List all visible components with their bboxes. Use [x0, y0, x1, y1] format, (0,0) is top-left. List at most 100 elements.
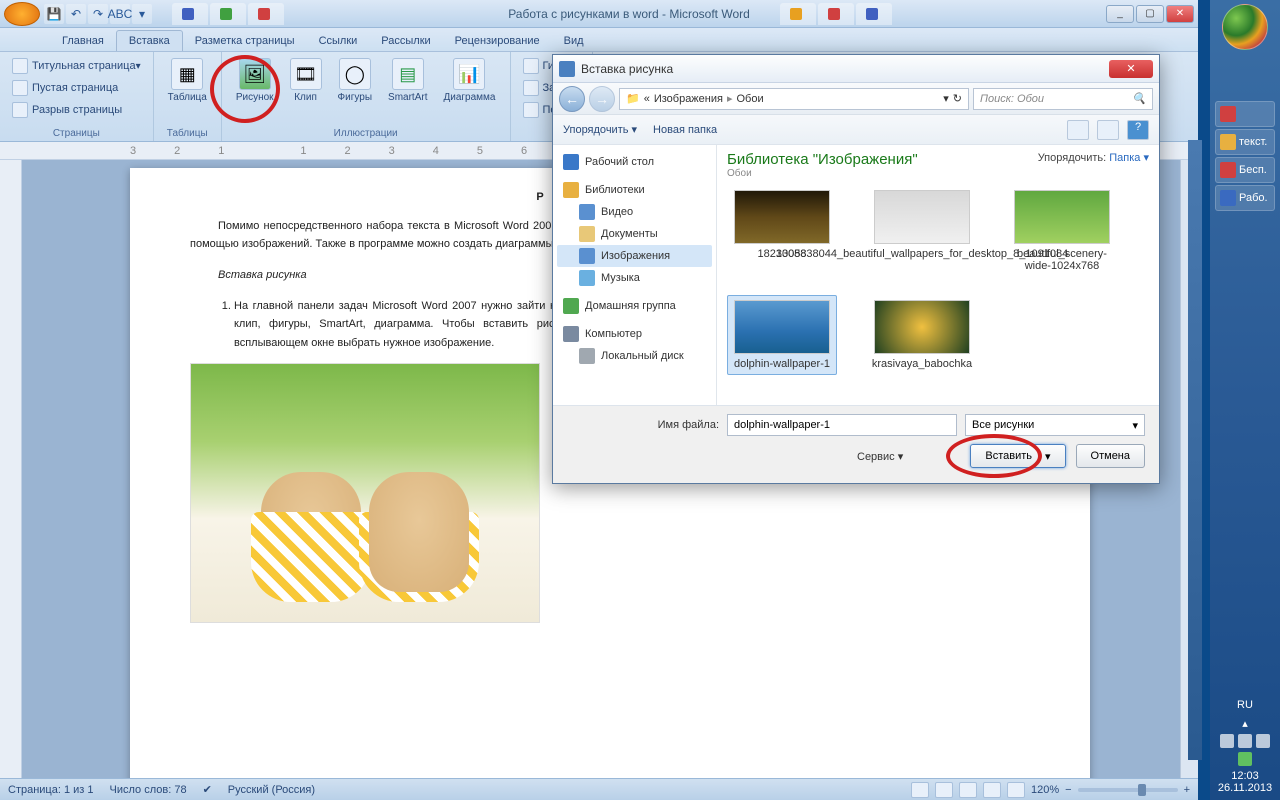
- arrange-dropdown[interactable]: Папка ▾: [1109, 152, 1149, 164]
- tree-videos[interactable]: Видео: [557, 201, 712, 223]
- file-thumb[interactable]: 1308838044_beautiful_wallpapers_for_desk…: [867, 185, 977, 277]
- nav-forward-button[interactable]: →: [589, 86, 615, 112]
- sb-zoom[interactable]: 120%: [1031, 784, 1059, 796]
- minimize-button[interactable]: _: [1106, 5, 1134, 23]
- bg-tab[interactable]: [248, 3, 284, 25]
- view-full-screen[interactable]: [935, 782, 953, 798]
- sb-words[interactable]: Число слов: 78: [110, 784, 187, 796]
- table-button[interactable]: ▦ Таблица: [162, 56, 213, 105]
- tab-mailings[interactable]: Рассылки: [369, 31, 442, 51]
- crumb[interactable]: Обои: [737, 93, 764, 105]
- taskbar[interactable]: текст. Бесп. Рабо. RU ▴ 12:03 26.11.2013: [1210, 0, 1280, 800]
- word-right-scrollbar-area[interactable]: [1188, 140, 1202, 760]
- bg-tab[interactable]: [818, 3, 854, 25]
- tree-pictures[interactable]: Изображения: [557, 245, 712, 267]
- filename-input[interactable]: [727, 414, 957, 436]
- ruler-vertical[interactable]: [0, 160, 22, 778]
- sb-page[interactable]: Страница: 1 из 1: [8, 784, 94, 796]
- blank-page-button[interactable]: Пустая страница: [8, 78, 145, 98]
- bg-tab[interactable]: [856, 3, 892, 25]
- tab-page-layout[interactable]: Разметка страницы: [183, 31, 307, 51]
- cancel-button[interactable]: Отмена: [1076, 444, 1145, 468]
- tray-icon[interactable]: [1238, 752, 1252, 766]
- tab-references[interactable]: Ссылки: [307, 31, 370, 51]
- view-web[interactable]: [959, 782, 977, 798]
- taskbar-app-browser[interactable]: Бесп.: [1215, 157, 1275, 183]
- sb-language[interactable]: Русский (Россия): [228, 784, 315, 796]
- language-indicator[interactable]: RU: [1218, 699, 1272, 711]
- file-thumb[interactable]: beautiful_scenery-wide-1024x768: [1007, 185, 1117, 277]
- file-pane[interactable]: Библиотека "Изображения" Обои Упорядочит…: [717, 145, 1159, 405]
- preview-pane-button[interactable]: [1097, 120, 1119, 140]
- crumb[interactable]: «: [644, 93, 650, 105]
- bg-tab[interactable]: [172, 3, 208, 25]
- qat-more[interactable]: ▾: [132, 4, 152, 24]
- zoom-slider[interactable]: [1078, 788, 1178, 792]
- view-draft[interactable]: [1007, 782, 1025, 798]
- taskbar-app-yandex[interactable]: [1215, 101, 1275, 127]
- zoom-in[interactable]: +: [1184, 784, 1190, 796]
- page-break-button[interactable]: Разрыв страницы: [8, 100, 145, 120]
- addr-dropdown-icon[interactable]: ▾: [943, 92, 949, 105]
- tree-local-disk[interactable]: Локальный диск: [557, 345, 712, 367]
- tree-music[interactable]: Музыка: [557, 267, 712, 289]
- tree-documents[interactable]: Документы: [557, 223, 712, 245]
- tree-libraries[interactable]: Библиотеки: [557, 179, 712, 201]
- maximize-button[interactable]: ▢: [1136, 5, 1164, 23]
- start-button[interactable]: [1222, 4, 1268, 50]
- taskbar-app-folder[interactable]: текст.: [1215, 129, 1275, 155]
- qat-spell[interactable]: ABC: [110, 4, 130, 24]
- organize-button[interactable]: Упорядочить ▾: [563, 123, 637, 136]
- tab-home[interactable]: Главная: [50, 31, 116, 51]
- view-outline[interactable]: [983, 782, 1001, 798]
- search-box[interactable]: Поиск: Обои 🔍: [973, 88, 1153, 110]
- shapes-button[interactable]: ◯ Фигуры: [332, 56, 378, 105]
- clip-button[interactable]: 🎞 Клип: [284, 56, 328, 105]
- file-type-filter[interactable]: Все рисунки▾: [965, 414, 1145, 436]
- sb-proof-icon[interactable]: ✔: [203, 783, 212, 796]
- qat-save[interactable]: 💾: [44, 4, 64, 24]
- smartart-button[interactable]: ▤ SmartArt: [382, 56, 433, 105]
- tree-computer[interactable]: Компьютер: [557, 323, 712, 345]
- chart-button[interactable]: 📊 Диаграмма: [437, 56, 501, 105]
- picture-button[interactable]: 🖼 Рисунок: [230, 56, 280, 105]
- tree-desktop[interactable]: Рабочий стол: [557, 151, 712, 173]
- crumb[interactable]: Изображения: [654, 93, 723, 105]
- tray-icon[interactable]: [1220, 734, 1234, 748]
- tab-insert[interactable]: Вставка: [116, 30, 183, 51]
- insert-button[interactable]: Вставить▾: [970, 444, 1065, 468]
- clock-date[interactable]: 26.11.2013: [1218, 782, 1272, 794]
- tab-view[interactable]: Вид: [552, 31, 596, 51]
- clock-time[interactable]: 12:03: [1218, 770, 1272, 782]
- tray-volume-icon[interactable]: [1238, 734, 1252, 748]
- insert-split-icon[interactable]: ▾: [1038, 450, 1051, 463]
- tree-homegroup[interactable]: Домашняя группа: [557, 295, 712, 317]
- taskbar-app-word[interactable]: Рабо.: [1215, 185, 1275, 211]
- help-icon[interactable]: ?: [1127, 120, 1149, 140]
- close-button[interactable]: ✕: [1166, 5, 1194, 23]
- file-thumb[interactable]: 18230058: [727, 185, 837, 277]
- tools-dropdown[interactable]: Сервис ▾: [567, 450, 903, 463]
- qat-redo[interactable]: ↷: [88, 4, 108, 24]
- bg-tab[interactable]: [210, 3, 246, 25]
- qat-undo[interactable]: ↶: [66, 4, 86, 24]
- inserted-image[interactable]: [190, 363, 540, 623]
- tray-expand-icon[interactable]: ▴: [1218, 717, 1272, 730]
- nav-back-button[interactable]: ←: [559, 86, 585, 112]
- dialog-close-button[interactable]: ✕: [1109, 60, 1153, 78]
- address-bar[interactable]: 📁 « Изображения ▸ Обои ▾ ↻: [619, 88, 969, 110]
- new-folder-button[interactable]: Новая папка: [653, 124, 717, 136]
- view-mode-button[interactable]: [1067, 120, 1089, 140]
- tab-review[interactable]: Рецензирование: [443, 31, 552, 51]
- folder-tree[interactable]: Рабочий стол Библиотеки Видео Документы …: [553, 145, 717, 405]
- file-thumb-selected[interactable]: dolphin-wallpaper-1: [727, 295, 837, 375]
- cover-page-button[interactable]: Титульная страница ▾: [8, 56, 145, 76]
- bg-tab[interactable]: [780, 3, 816, 25]
- dialog-titlebar[interactable]: Вставка рисунка ✕: [553, 55, 1159, 83]
- file-thumb[interactable]: krasivaya_babochka: [867, 295, 977, 375]
- refresh-icon[interactable]: ↻: [953, 92, 962, 105]
- view-print-layout[interactable]: [911, 782, 929, 798]
- office-button[interactable]: [4, 2, 40, 26]
- tray-network-icon[interactable]: [1256, 734, 1270, 748]
- zoom-out[interactable]: −: [1065, 784, 1071, 796]
